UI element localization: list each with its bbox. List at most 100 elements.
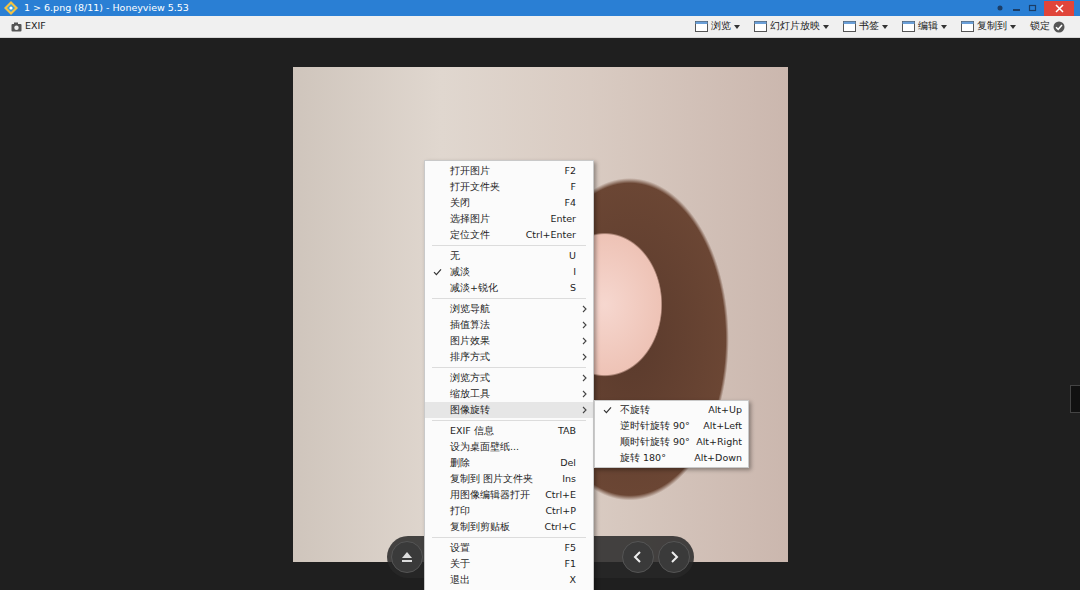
menu-item[interactable]: 顺时针旋转 90° Alt+Right	[595, 434, 748, 450]
shortcut: Ctrl+E	[545, 488, 576, 502]
submenu-arrow	[579, 390, 587, 398]
dropdown-arrow-icon	[882, 25, 888, 29]
menu-item[interactable]: 打开文件夹F	[425, 179, 593, 195]
menu-label: 浏览导航	[450, 302, 576, 316]
menu-label: 用图像编辑器打开	[450, 488, 537, 502]
menu-item[interactable]: 退出X	[425, 572, 593, 588]
pin-button[interactable]	[992, 0, 1008, 16]
chevron-right-icon	[582, 321, 587, 329]
toolbar-menu[interactable]: 书签	[838, 17, 893, 35]
chevron-right-icon	[582, 374, 587, 382]
shortcut: Ctrl+C	[545, 520, 577, 534]
window-icon	[754, 21, 767, 32]
menu-item[interactable]: 关闭F4	[425, 195, 593, 211]
previous-button[interactable]	[622, 541, 654, 573]
chevron-right-icon	[582, 353, 587, 361]
shortcut: I	[573, 265, 576, 279]
toolbar-menu[interactable]: 复制到	[956, 17, 1021, 35]
menu-item[interactable]: 图像旋转	[425, 402, 593, 418]
menu-item[interactable]: 关于F1	[425, 556, 593, 572]
menu-item[interactable]: 定位文件Ctrl+Enter	[425, 227, 593, 243]
close-icon	[1055, 4, 1064, 13]
shortcut: Alt+Down	[694, 451, 742, 465]
menu-item[interactable]: 删除Del	[425, 455, 593, 471]
chevron-right-icon	[668, 550, 680, 564]
menu-item[interactable]: 设为桌面壁纸...	[425, 439, 593, 455]
close-button[interactable]	[1044, 1, 1074, 16]
checkmark-icon	[433, 268, 442, 276]
menu-label: 复制到剪贴板	[450, 520, 537, 534]
menu-item[interactable]: 选择图片 Enter	[425, 211, 593, 227]
menu-item[interactable]: 不旋转Alt+Up	[595, 402, 748, 418]
toolbar: EXIF 浏览幻灯片放映书签编辑复制到锁定	[0, 16, 1080, 38]
menu-item[interactable]: 插值算法	[425, 317, 593, 333]
menu-label: 定位文件	[450, 228, 518, 242]
shortcut: Enter	[551, 212, 577, 226]
title-bar[interactable]: 1 > 6.png (8/11) - Honeyview 5.53	[0, 0, 1080, 16]
menu-item[interactable]: 复制到 图片文件夹 Ins	[425, 471, 593, 487]
menu-item[interactable]: 浏览导航	[425, 301, 593, 317]
menu-label: 关于	[450, 557, 556, 571]
shortcut: TAB	[558, 424, 576, 438]
pin-icon	[996, 4, 1004, 12]
dropdown-arrow-icon	[734, 25, 740, 29]
maximize-button[interactable]	[1024, 0, 1040, 16]
menu-item[interactable]: 设置F5	[425, 540, 593, 556]
menu-label: 选择图片	[450, 212, 543, 226]
menu-separator	[432, 245, 586, 246]
menu-item[interactable]: 减淡I	[425, 264, 593, 280]
menu-item[interactable]: EXIF 信息 TAB	[425, 423, 593, 439]
menu-item[interactable]: 排序方式	[425, 349, 593, 365]
window-icon	[843, 21, 856, 32]
menu-item[interactable]: 旋转 180° Alt+Down	[595, 450, 748, 466]
menu-label: 打印	[450, 504, 537, 518]
toolbar-menu[interactable]: 幻灯片放映	[749, 17, 834, 35]
menu-label: 浏览方式	[450, 371, 576, 385]
menu-item[interactable]: 图片效果	[425, 333, 593, 349]
menu-label: 图片效果	[450, 334, 576, 348]
menu-label: 复制到 图片文件夹	[450, 472, 554, 486]
exif-button[interactable]: EXIF	[6, 17, 51, 35]
menu-item[interactable]: 用图像编辑器打开 Ctrl+E	[425, 487, 593, 503]
submenu-arrow	[579, 374, 587, 382]
menu-item[interactable]: 无U	[425, 248, 593, 264]
menu-item[interactable]: 逆时针旋转 90° Alt+Left	[595, 418, 748, 434]
chevron-right-icon	[582, 390, 587, 398]
submenu-arrow	[579, 406, 587, 414]
menu-label: 设置	[450, 541, 556, 555]
menu-item[interactable]: 打开图片F2	[425, 163, 593, 179]
shortcut: Alt+Left	[703, 419, 742, 433]
toolbar-menu[interactable]: 锁定	[1025, 17, 1070, 35]
shortcut: F	[571, 180, 576, 194]
menu-label: EXIF 信息	[450, 424, 550, 438]
menu-item[interactable]: 复制到剪贴板 Ctrl+C	[425, 519, 593, 535]
shortcut: Ctrl+P	[545, 504, 576, 518]
toolbar-menu[interactable]: 编辑	[897, 17, 952, 35]
menu-item[interactable]: 打印 Ctrl+P	[425, 503, 593, 519]
toolbar-menu[interactable]: 浏览	[690, 17, 745, 35]
shortcut: F4	[564, 196, 576, 210]
menu-item[interactable]: 浏览方式	[425, 370, 593, 386]
menu-item[interactable]: 缩放工具	[425, 386, 593, 402]
open-button[interactable]	[391, 541, 423, 573]
menu-separator	[432, 367, 586, 368]
menu-label: 缩放工具	[450, 387, 576, 401]
submenu-arrow	[579, 353, 587, 361]
minimize-button[interactable]	[1008, 0, 1024, 16]
window-icon	[902, 21, 915, 32]
side-panel-handle[interactable]	[1070, 385, 1080, 413]
next-button[interactable]	[658, 541, 690, 573]
menu-label: 设为桌面壁纸...	[450, 440, 576, 454]
menu-label: 旋转 180°	[620, 451, 686, 465]
shortcut: Alt+Up	[708, 403, 742, 417]
menu-item[interactable]: 减淡+锐化S	[425, 280, 593, 296]
check-mark	[603, 406, 620, 414]
menu-label: 顺时针旋转 90°	[620, 435, 688, 449]
check-circle-icon	[1053, 21, 1065, 33]
menu-label: 逆时针旋转 90°	[620, 419, 695, 433]
toolbar-left: EXIF	[6, 17, 51, 35]
shortcut: Alt+Right	[696, 435, 742, 449]
shortcut: Ins	[562, 472, 576, 486]
chevron-left-icon	[632, 550, 644, 564]
shortcut: X	[569, 573, 576, 587]
